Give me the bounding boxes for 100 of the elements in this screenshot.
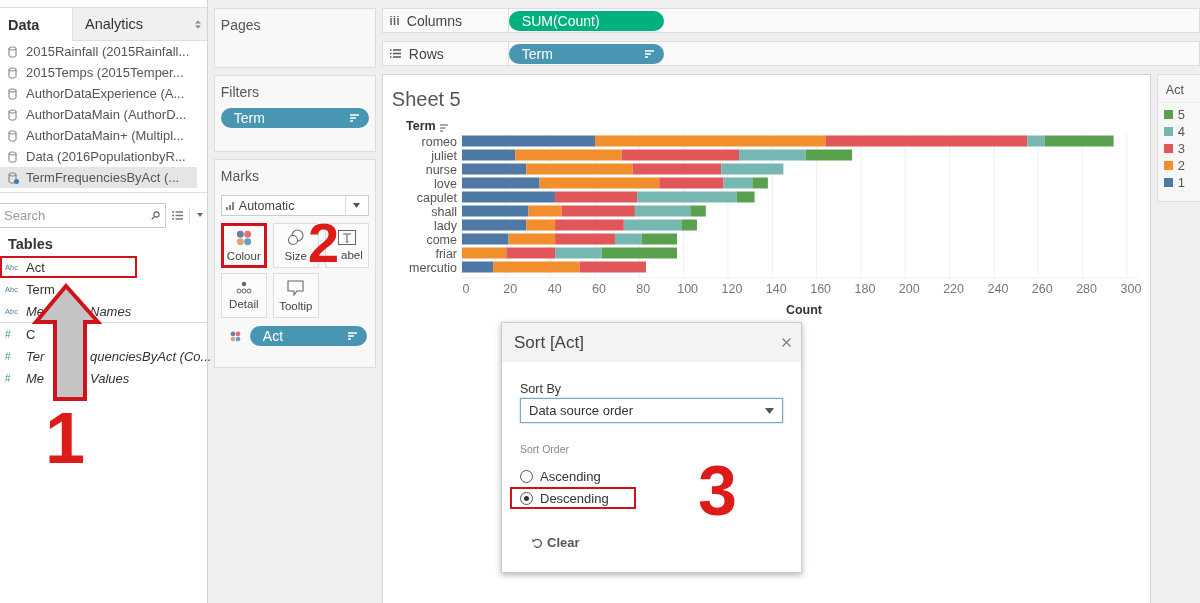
bar-segment[interactable] xyxy=(579,261,646,273)
tick-label: 20 xyxy=(503,282,518,296)
bar-chart-icon xyxy=(225,201,235,210)
field-name[interactable]: Act xyxy=(26,259,45,275)
data-source-item[interactable]: AuthorDataMain+ (Multipl... xyxy=(0,125,197,146)
field-type-label: # xyxy=(5,350,12,362)
bar-segment[interactable] xyxy=(659,177,724,189)
tick-label: 60 xyxy=(591,282,606,296)
tick-label: 160 xyxy=(810,282,831,296)
bar-segment[interactable] xyxy=(461,149,515,161)
bar-segment[interactable] xyxy=(554,219,624,231)
undo-icon xyxy=(532,537,542,548)
field-type-label: # xyxy=(5,372,12,384)
bar-segment[interactable] xyxy=(506,247,555,259)
columns-icon xyxy=(389,16,399,25)
field-name[interactable]: Names xyxy=(90,303,132,319)
field-name[interactable]: Values xyxy=(90,370,130,386)
bar-segment[interactable] xyxy=(561,205,635,217)
radio-option[interactable]: Descending xyxy=(520,490,609,506)
field-type-label: # xyxy=(5,328,12,340)
field-name[interactable]: quenciesByAct (Co... xyxy=(90,348,212,364)
data-source-item[interactable]: Data (2016PopulationbyR... xyxy=(0,146,197,167)
database-icon xyxy=(8,129,19,142)
bar-segment[interactable] xyxy=(632,163,722,175)
bar-segment[interactable] xyxy=(752,177,768,189)
list-view-icon[interactable] xyxy=(172,210,183,220)
bar-segment[interactable] xyxy=(461,191,555,203)
database-icon xyxy=(8,45,19,58)
sort-icon[interactable] xyxy=(439,124,449,132)
mark-property-button[interactable]: Colour xyxy=(220,223,267,268)
sort-by-dropdown[interactable]: Data source order xyxy=(520,398,783,423)
tick-label: 0 xyxy=(462,282,470,296)
axis-title: Count xyxy=(785,303,822,317)
database-icon xyxy=(8,171,19,184)
bar-segment[interactable] xyxy=(461,219,527,231)
data-source-item[interactable]: TermFrequenciesByAct (... xyxy=(0,167,197,188)
bar-segment[interactable] xyxy=(614,233,642,245)
bar-segment[interactable] xyxy=(554,233,615,245)
dialog-title: Sort [Act] xyxy=(514,332,584,353)
bar-segment[interactable] xyxy=(461,177,540,189)
data-source-item[interactable]: AuthorDataMain (AuthorD... xyxy=(0,104,197,125)
legend-label: 4 xyxy=(1177,124,1186,139)
caret-icon[interactable] xyxy=(353,203,361,208)
bar-segment[interactable] xyxy=(641,233,677,245)
bar-segment[interactable] xyxy=(461,205,529,217)
field-name[interactable]: Ter xyxy=(26,348,45,364)
bar-segment[interactable] xyxy=(1044,135,1114,147)
mark-property-button[interactable]: Detail xyxy=(220,273,267,318)
updown-icon[interactable] xyxy=(194,19,201,29)
database-icon xyxy=(8,108,19,121)
tick-label: 220 xyxy=(942,282,964,296)
bar-segment[interactable] xyxy=(461,261,493,273)
tick-label: 280 xyxy=(1075,282,1097,296)
tick-label: 120 xyxy=(721,282,743,296)
tick-label: 100 xyxy=(677,282,698,296)
field-name[interactable]: C xyxy=(26,326,36,342)
speech-bubble-icon xyxy=(287,279,305,296)
card-title: Pages xyxy=(220,16,262,35)
mark-type-dropdown[interactable]: Automatic xyxy=(220,195,369,216)
bar-segment[interactable] xyxy=(461,247,507,259)
bar-segment[interactable] xyxy=(681,219,697,231)
data-source-item[interactable]: 2015Temps (2015Temper... xyxy=(0,62,197,83)
close-icon[interactable] xyxy=(782,338,791,347)
bar-segment[interactable] xyxy=(461,163,527,175)
search-field[interactable]: Search xyxy=(0,202,166,228)
bar-segment[interactable] xyxy=(601,247,677,259)
legend-label: 3 xyxy=(1177,141,1186,156)
field-name[interactable]: Term xyxy=(26,281,55,297)
shelf[interactable]: Columns SUM(Count) xyxy=(381,8,1200,33)
caret-icon[interactable] xyxy=(197,213,203,217)
card-title: Filters xyxy=(220,83,260,102)
mark-property-button[interactable]: Tooltip xyxy=(272,273,319,318)
caret-icon[interactable] xyxy=(765,407,774,414)
bar-segment[interactable] xyxy=(805,149,852,161)
bar-segment[interactable] xyxy=(621,149,739,161)
circles-icon xyxy=(286,229,305,246)
step-number: 3 xyxy=(698,465,737,518)
bar-segment[interactable] xyxy=(461,233,509,245)
search-icon[interactable] xyxy=(151,210,160,220)
bar-segment[interactable] xyxy=(554,191,637,203)
tick-label: 140 xyxy=(765,282,787,296)
category-label: mercutio xyxy=(408,260,457,275)
data-source-item[interactable]: 2015Rainfall (2015Rainfall... xyxy=(0,41,197,62)
bar-segment[interactable] xyxy=(736,191,755,203)
bar-segment[interactable] xyxy=(825,135,1027,147)
axis-title: Term xyxy=(405,119,436,133)
shelf-label: Columns xyxy=(406,12,463,29)
field-label: Sort By xyxy=(520,381,562,397)
category-label: come xyxy=(426,232,457,247)
legend-label: 2 xyxy=(1177,158,1186,173)
category-label: shall xyxy=(431,204,457,219)
pane-tab[interactable]: Analytics xyxy=(72,8,207,41)
bar-segment[interactable] xyxy=(461,135,595,147)
four-dots-icon xyxy=(235,229,252,246)
field-name[interactable]: Me xyxy=(26,370,45,386)
radio-option[interactable]: Ascending xyxy=(520,468,601,484)
bar-segment[interactable] xyxy=(690,205,706,217)
clear-button[interactable]: Clear xyxy=(532,535,580,550)
data-source-item[interactable]: AuthorDataExperience (A... xyxy=(0,83,197,104)
rows-icon xyxy=(389,49,401,58)
